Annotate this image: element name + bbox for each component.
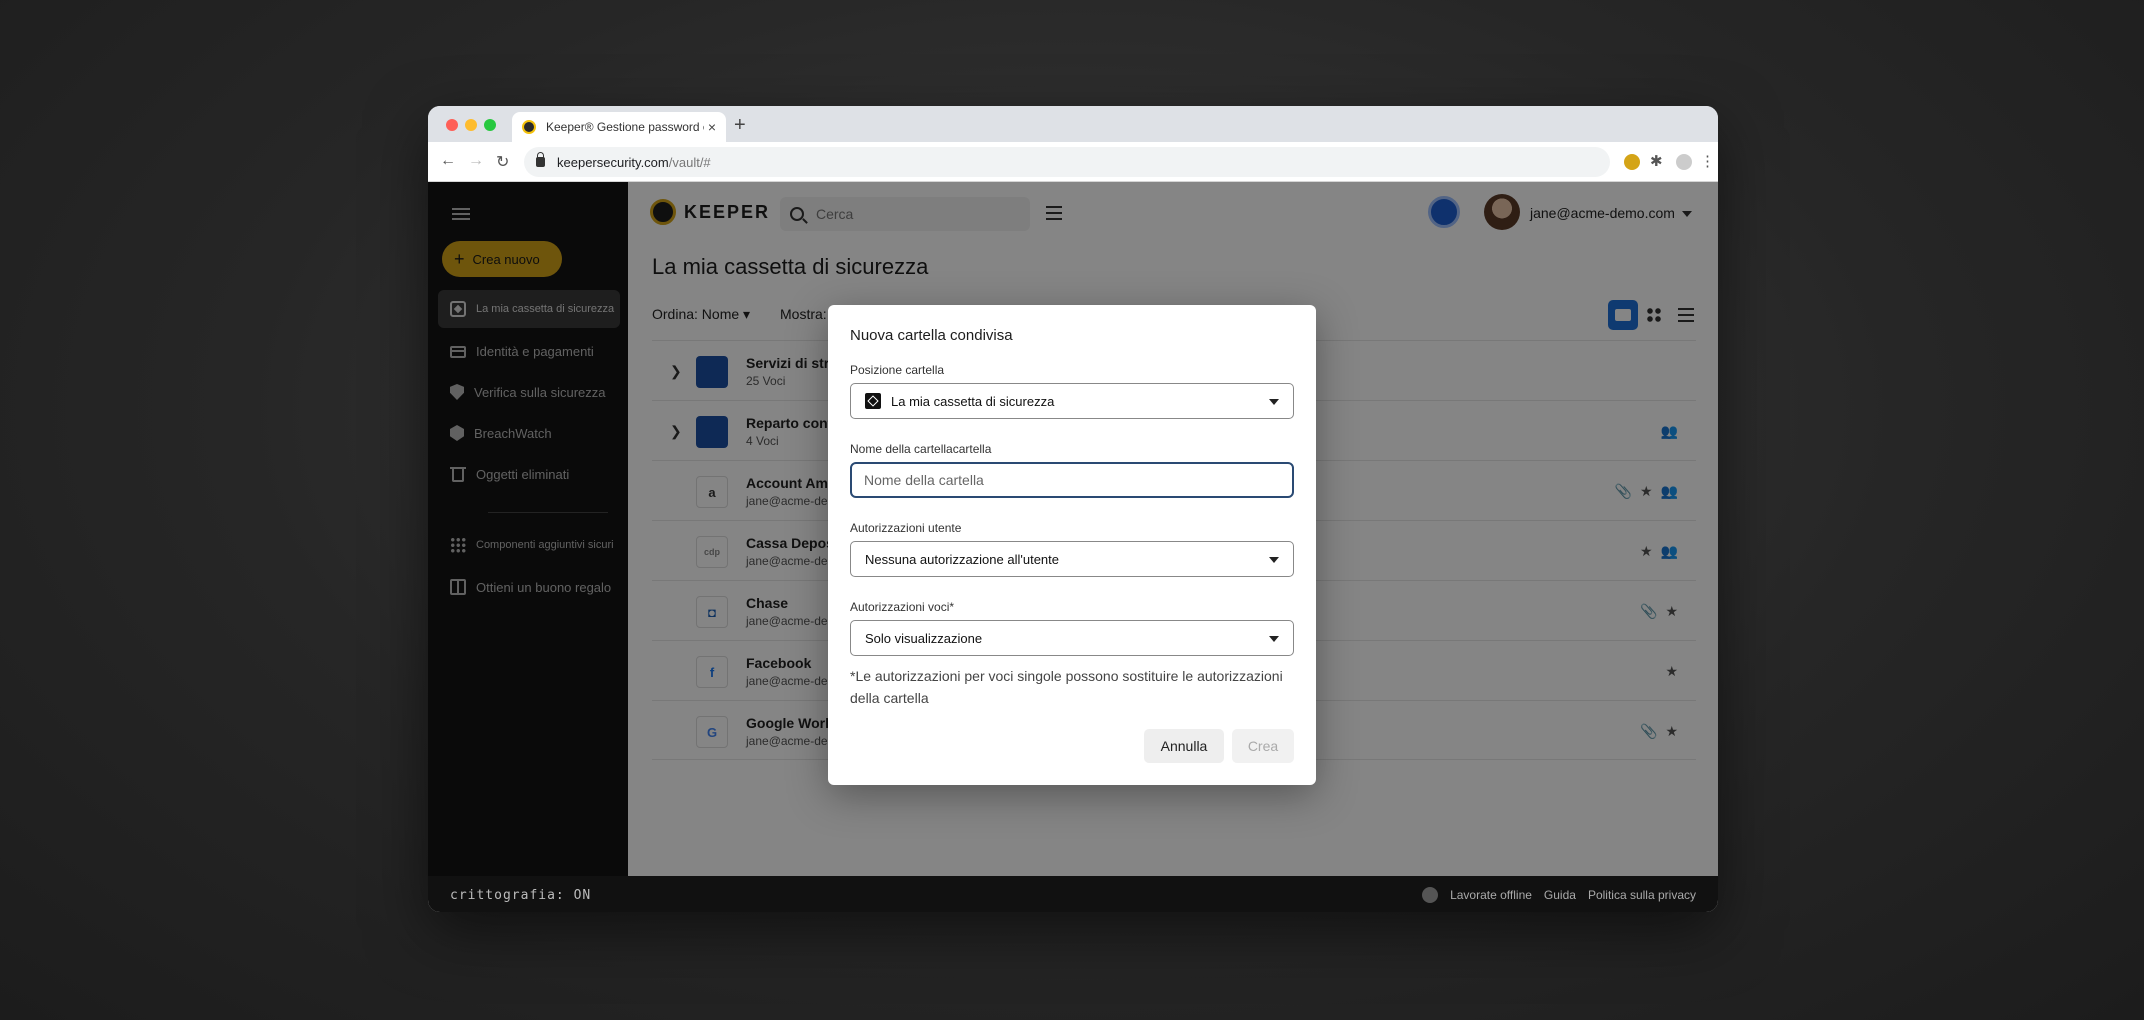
tab-title: Keeper® Gestione password e	[546, 120, 704, 134]
footer: crittografia: ON Lavorate offline Guida …	[428, 876, 1718, 912]
keeper-extension-icon[interactable]	[1624, 154, 1640, 170]
url-field[interactable]: keepersecurity.com/vault/#	[524, 147, 1610, 177]
minimize-window-button[interactable]	[465, 119, 477, 131]
tab-bar: Keeper® Gestione password e × +	[428, 106, 1718, 142]
cancel-button[interactable]: Annulla	[1144, 729, 1224, 763]
close-window-button[interactable]	[446, 119, 458, 131]
browser-tab[interactable]: Keeper® Gestione password e ×	[512, 112, 726, 142]
work-offline-link[interactable]: Lavorate offline	[1450, 888, 1532, 902]
tab-close-icon[interactable]: ×	[708, 119, 716, 135]
dropdown-arrow-icon	[1269, 557, 1279, 563]
help-link[interactable]: Guida	[1544, 888, 1576, 902]
browser-window: Keeper® Gestione password e × + ← → ↻ ke…	[428, 106, 1718, 912]
reload-icon[interactable]: ↻	[496, 152, 509, 172]
folder-name-label: Nome della cartellacartella	[850, 442, 992, 456]
user-permissions-value: Nessuna autorizzazione all'utente	[865, 551, 1059, 567]
folder-name-input[interactable]	[850, 462, 1294, 498]
privacy-policy-link[interactable]: Politica sulla privacy	[1588, 888, 1696, 902]
extensions-puzzle-icon[interactable]: ✱	[1650, 152, 1663, 170]
encryption-status: crittografia: ON	[450, 888, 592, 903]
item-permissions-value: Solo visualizzazione	[865, 630, 983, 646]
user-permissions-select[interactable]: Nessuna autorizzazione all'utente	[850, 541, 1294, 577]
new-shared-folder-dialog: Nuova cartella condivisa Posizione carte…	[828, 305, 1316, 785]
lock-icon	[536, 152, 545, 167]
url-host: keepersecurity.com	[557, 154, 669, 170]
dropdown-arrow-icon	[1269, 636, 1279, 642]
new-tab-button[interactable]: +	[734, 114, 746, 137]
folder-location-value: La mia cassetta di sicurezza	[891, 393, 1055, 409]
profile-icon[interactable]	[1676, 154, 1692, 170]
back-arrow-icon[interactable]: ←	[440, 152, 456, 170]
item-permissions-select[interactable]: Solo visualizzazione	[850, 620, 1294, 656]
user-permissions-label: Autorizzazioni utente	[850, 521, 962, 535]
folder-location-label: Posizione cartella	[850, 363, 945, 377]
url-path: /vault/#	[668, 154, 711, 170]
dropdown-arrow-icon	[1269, 399, 1279, 405]
vault-icon	[865, 393, 881, 409]
more-menu-icon[interactable]: ⋮	[1700, 152, 1715, 170]
dialog-title: Nuova cartella condivisa	[850, 327, 1013, 344]
lightning-icon	[1422, 887, 1439, 903]
item-permissions-label: Autorizzazioni voci*	[850, 600, 955, 614]
permissions-note: *Le autorizzazioni per voci singole poss…	[850, 668, 1283, 706]
folder-location-select[interactable]: La mia cassetta di sicurezza	[850, 383, 1294, 419]
create-button[interactable]: Crea	[1232, 729, 1294, 763]
keeper-favicon-icon	[522, 120, 536, 134]
footer-links: Lavorate offline Guida Politica sulla pr…	[1422, 887, 1696, 903]
modal-overlay[interactable]: Nuova cartella condivisa Posizione carte…	[428, 182, 1718, 876]
maximize-window-button[interactable]	[484, 119, 496, 131]
forward-arrow-icon[interactable]: →	[468, 152, 484, 170]
address-bar: ← → ↻ keepersecurity.com/vault/# ✱ ⋮	[428, 142, 1718, 182]
